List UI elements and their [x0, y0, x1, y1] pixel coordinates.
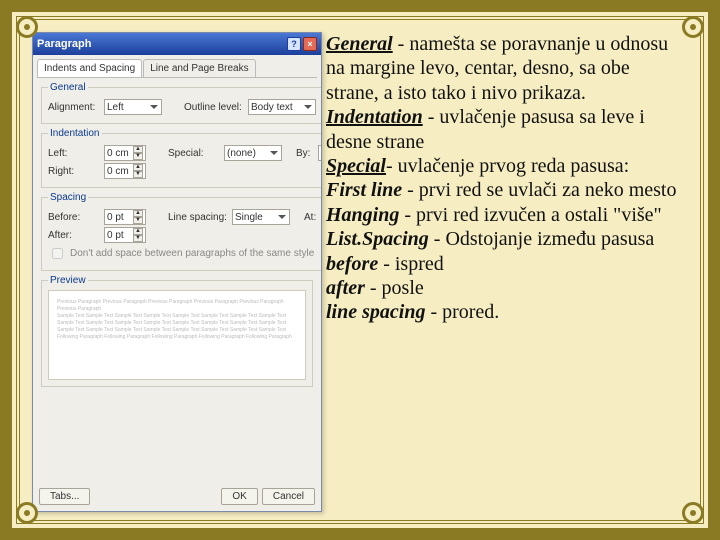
tab-line-page-breaks[interactable]: Line and Page Breaks [143, 59, 255, 77]
special-select[interactable]: (none) [224, 145, 282, 161]
right-spinner[interactable]: 0 cm ▲▼ [104, 163, 146, 179]
special-label: Special: [168, 148, 220, 159]
tabs-button[interactable]: Tabs... [39, 488, 90, 505]
outline-select[interactable]: Body text [248, 99, 316, 115]
desc-hanging: - prvi red izvučen a ostali "više" [399, 204, 661, 226]
help-icon[interactable]: ? [287, 37, 301, 51]
same-style-checkbox[interactable]: Don't add space between paragraphs of th… [48, 245, 321, 262]
after-label: After: [48, 230, 100, 241]
spinner-arrows-icon: ▲▼ [133, 164, 143, 178]
before-spinner[interactable]: 0 pt ▲▼ [104, 209, 146, 225]
left-value: 0 cm [107, 148, 129, 159]
slide-content: Paragraph ? × Indents and Spacing Line a… [20, 20, 700, 520]
linespacing-label: Line spacing: [168, 212, 228, 223]
desc-linespacing: - prored. [425, 301, 499, 323]
term-hanging: Hanging [326, 204, 399, 226]
cancel-button[interactable]: Cancel [262, 488, 315, 505]
dialog-title: Paragraph [37, 38, 91, 50]
outline-value: Body text [251, 102, 293, 113]
corner-ornament [682, 16, 704, 38]
before-value: 0 pt [107, 212, 124, 223]
spinner-arrows-icon: ▲▼ [133, 210, 143, 224]
before-label: Before: [48, 212, 100, 223]
corner-ornament [682, 502, 704, 524]
preview-box: Previous Paragraph Previous Paragraph Pr… [48, 290, 306, 380]
desc-after: - posle [365, 277, 424, 299]
corner-ornament [16, 502, 38, 524]
special-value: (none) [227, 148, 256, 159]
indent-legend: Indentation [48, 128, 102, 139]
left-spinner[interactable]: 0 cm ▲▼ [104, 145, 146, 161]
spinner-arrows-icon: ▲▼ [133, 228, 143, 242]
paragraph-dialog: Paragraph ? × Indents and Spacing Line a… [32, 32, 322, 512]
term-special: Special [326, 155, 386, 177]
chevron-down-icon [269, 148, 279, 158]
indentation-group: Indentation Left: 0 cm ▲▼ Special: (none… [41, 128, 321, 188]
outline-label: Outline level: [184, 102, 244, 113]
desc-special: - uvlačenje prvog reda pasusa: [386, 155, 629, 177]
after-value: 0 pt [107, 230, 124, 241]
term-after: after [326, 277, 365, 299]
term-before: before [326, 253, 378, 275]
at-label: At: [304, 212, 321, 223]
spacing-group: Spacing Before: 0 pt ▲▼ Line spacing: Si… [41, 192, 321, 271]
term-general: General [326, 33, 393, 55]
alignment-value: Left [107, 102, 124, 113]
checkbox-label: Don't add space between paragraphs of th… [70, 248, 314, 259]
linespacing-select[interactable]: Single [232, 209, 290, 225]
spinner-arrows-icon: ▲▼ [133, 146, 143, 160]
close-icon[interactable]: × [303, 37, 317, 51]
preview-legend: Preview [48, 275, 88, 286]
preview-group: Preview Previous Paragraph Previous Para… [41, 275, 313, 387]
dialog-titlebar[interactable]: Paragraph ? × [33, 33, 321, 55]
dialog-tabs: Indents and Spacing Line and Page Breaks [37, 59, 317, 78]
desc-before: - ispred [378, 253, 444, 275]
tab-indents-spacing[interactable]: Indents and Spacing [37, 59, 142, 77]
left-label: Left: [48, 148, 100, 159]
by-spinner[interactable]: ▲▼ [318, 145, 321, 161]
right-label: Right: [48, 166, 100, 177]
alignment-select[interactable]: Left [104, 99, 162, 115]
after-spinner[interactable]: 0 pt ▲▼ [104, 227, 146, 243]
general-group: General Alignment: Left Outline level: B… [41, 82, 321, 124]
chevron-down-icon [277, 212, 287, 222]
alignment-label: Alignment: [48, 102, 100, 113]
right-value: 0 cm [107, 166, 129, 177]
slide-frame: Paragraph ? × Indents and Spacing Line a… [0, 0, 720, 540]
corner-ornament [16, 16, 38, 38]
term-firstline: First line [326, 179, 402, 201]
dialog-button-bar: Tabs... OK Cancel [33, 482, 321, 511]
chevron-down-icon [303, 102, 313, 112]
ok-button[interactable]: OK [221, 488, 257, 505]
desc-listspacing: - Odstojanje između pasusa [429, 228, 655, 250]
checkbox-icon [52, 248, 63, 259]
dialog-body: General Alignment: Left Outline level: B… [33, 78, 321, 482]
notes-text: General - namešta se poravnanje u odnosu… [326, 32, 688, 508]
general-legend: General [48, 82, 88, 93]
term-indentation: Indentation [326, 106, 423, 128]
spacing-legend: Spacing [48, 192, 88, 203]
linespacing-value: Single [235, 212, 263, 223]
term-listspacing: List.Spacing [326, 228, 429, 250]
chevron-down-icon [149, 102, 159, 112]
by-label: By: [296, 148, 314, 159]
term-linespacing: line spacing [326, 301, 425, 323]
desc-firstline: - prvi red se uvlači za neko mesto [402, 179, 676, 201]
